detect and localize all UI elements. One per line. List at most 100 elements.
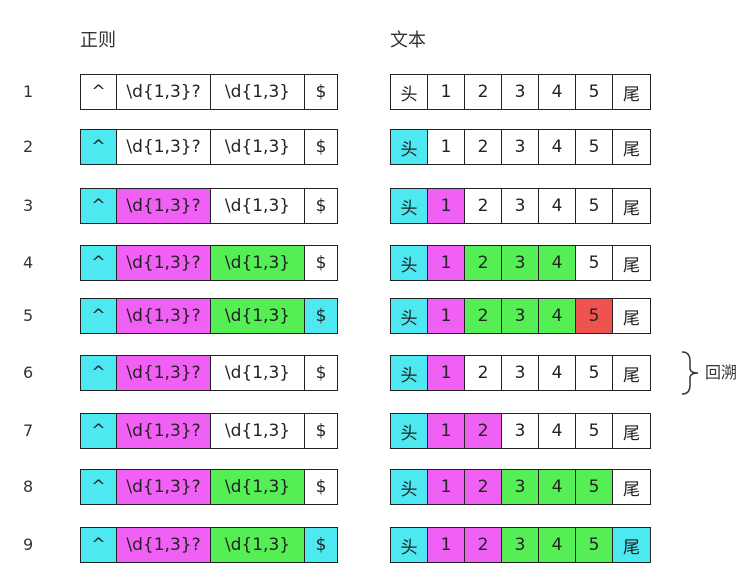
text-char-cell: 2 <box>465 528 502 562</box>
text-char-cell: 尾 <box>613 470 650 504</box>
text-char-cell: 4 <box>539 246 576 280</box>
text-char-cell: 5 <box>576 130 613 164</box>
text-char-cell: 尾 <box>613 299 650 333</box>
text-char-cell: 2 <box>465 246 502 280</box>
text-char-cell: 1 <box>428 470 465 504</box>
text-char-cell: 4 <box>539 528 576 562</box>
text-char-cell: 尾 <box>613 246 650 280</box>
text-char-cell: 1 <box>428 130 465 164</box>
text-char-cell: 3 <box>502 189 539 223</box>
text-char-cell: 5 <box>576 189 613 223</box>
step-number: 1 <box>23 82 34 101</box>
step-row: 4 ^ \d{1,3}? \d{1,3} $ 头 1 2 3 4 5 尾 <box>0 245 752 281</box>
regex-token-cell: \d{1,3} <box>211 189 305 223</box>
text-char-cell: 头 <box>391 75 428 109</box>
text-char-cell: 2 <box>465 75 502 109</box>
text-char-strip: 头12345尾 <box>390 245 651 281</box>
text-char-cell: 3 <box>502 470 539 504</box>
regex-token-cell: \d{1,3} <box>211 299 305 333</box>
step-row: 1 ^ \d{1,3}? \d{1,3} $ 头 1 2 3 4 5 尾 <box>0 74 752 110</box>
text-char-cell: 5 <box>576 470 613 504</box>
text-char-cell: 3 <box>502 414 539 448</box>
text-char-cell: 4 <box>539 356 576 390</box>
text-char-cell: 尾 <box>613 356 650 390</box>
text-char-cell: 2 <box>465 414 502 448</box>
regex-token-cell: $ <box>305 189 337 223</box>
regex-token-cell: ^ <box>81 75 117 109</box>
regex-token-cell: ^ <box>81 470 117 504</box>
step-number: 4 <box>23 253 34 272</box>
regex-token-cell: \d{1,3}? <box>117 299 211 333</box>
regex-token-cell: \d{1,3} <box>211 528 305 562</box>
text-char-cell: 2 <box>465 470 502 504</box>
regex-token-strip: ^ \d{1,3}? \d{1,3} $ <box>80 188 338 224</box>
regex-token-cell: \d{1,3} <box>211 414 305 448</box>
text-char-cell: 头 <box>391 130 428 164</box>
text-char-cell: 头 <box>391 299 428 333</box>
regex-token-cell: \d{1,3}? <box>117 189 211 223</box>
text-char-cell: 5 <box>576 356 613 390</box>
text-char-cell: 4 <box>539 75 576 109</box>
text-char-cell: 头 <box>391 470 428 504</box>
text-char-cell: 2 <box>465 130 502 164</box>
regex-token-cell: ^ <box>81 356 117 390</box>
text-char-cell: 尾 <box>613 130 650 164</box>
text-char-cell: 1 <box>428 299 465 333</box>
step-row: 2 ^ \d{1,3}? \d{1,3} $ 头 1 2 3 4 5 尾 <box>0 129 752 165</box>
backtrack-bracket-icon <box>681 351 699 395</box>
regex-token-cell: \d{1,3}? <box>117 356 211 390</box>
text-char-cell: 3 <box>502 75 539 109</box>
regex-token-cell: ^ <box>81 130 117 164</box>
regex-token-strip: ^ \d{1,3}? \d{1,3} $ <box>80 413 338 449</box>
step-row: 3 ^ \d{1,3}? \d{1,3} $ 头 1 2 3 4 5 尾 <box>0 188 752 224</box>
regex-token-cell: ^ <box>81 414 117 448</box>
regex-token-strip: ^ \d{1,3}? \d{1,3} $ <box>80 355 338 391</box>
regex-token-cell: ^ <box>81 528 117 562</box>
step-row: 8 ^ \d{1,3}? \d{1,3} $ 头 1 2 3 4 5 尾 <box>0 469 752 505</box>
regex-token-cell: \d{1,3} <box>211 75 305 109</box>
text-char-cell: 3 <box>502 130 539 164</box>
step-row: 7 ^ \d{1,3}? \d{1,3} $ 头 1 2 3 4 5 尾 <box>0 413 752 449</box>
text-char-strip: 头12345尾 <box>390 355 651 391</box>
step-number: 8 <box>23 477 34 496</box>
text-char-cell: 3 <box>502 356 539 390</box>
regex-token-cell: \d{1,3}? <box>117 130 211 164</box>
text-char-cell: 5 <box>576 246 613 280</box>
step-row: 5 ^ \d{1,3}? \d{1,3} $ 头 1 2 3 4 5 尾 <box>0 298 752 334</box>
text-char-cell: 5 <box>576 528 613 562</box>
regex-token-cell: \d{1,3} <box>211 246 305 280</box>
text-char-strip: 头12345尾 <box>390 527 651 563</box>
regex-token-cell: ^ <box>81 299 117 333</box>
text-char-cell: 4 <box>539 189 576 223</box>
text-char-cell: 尾 <box>613 528 650 562</box>
regex-token-cell: ^ <box>81 246 117 280</box>
text-char-cell: 头 <box>391 246 428 280</box>
regex-token-cell: $ <box>305 528 337 562</box>
text-char-cell: 4 <box>539 470 576 504</box>
text-char-cell: 2 <box>465 356 502 390</box>
regex-token-strip: ^ \d{1,3}? \d{1,3} $ <box>80 298 338 334</box>
regex-token-strip: ^ \d{1,3}? \d{1,3} $ <box>80 469 338 505</box>
step-row: 6 ^ \d{1,3}? \d{1,3} $ 头 1 2 3 4 5 尾 <box>0 355 752 391</box>
regex-token-cell: $ <box>305 75 337 109</box>
regex-token-cell: \d{1,3} <box>211 130 305 164</box>
text-char-cell: 5 <box>576 299 613 333</box>
regex-token-cell: \d{1,3}? <box>117 75 211 109</box>
text-char-cell: 3 <box>502 528 539 562</box>
text-char-strip: 头12345尾 <box>390 298 651 334</box>
regex-token-cell: \d{1,3} <box>211 470 305 504</box>
text-char-cell: 1 <box>428 189 465 223</box>
regex-token-cell: $ <box>305 470 337 504</box>
text-char-strip: 头12345尾 <box>390 413 651 449</box>
text-char-cell: 3 <box>502 246 539 280</box>
text-char-cell: 5 <box>576 414 613 448</box>
text-char-cell: 头 <box>391 414 428 448</box>
regex-token-cell: \d{1,3}? <box>117 246 211 280</box>
text-char-cell: 1 <box>428 528 465 562</box>
text-char-cell: 头 <box>391 356 428 390</box>
text-char-cell: 2 <box>465 299 502 333</box>
text-char-cell: 1 <box>428 356 465 390</box>
text-char-strip: 头12345尾 <box>390 129 651 165</box>
step-number: 6 <box>23 363 34 382</box>
regex-token-cell: $ <box>305 130 337 164</box>
